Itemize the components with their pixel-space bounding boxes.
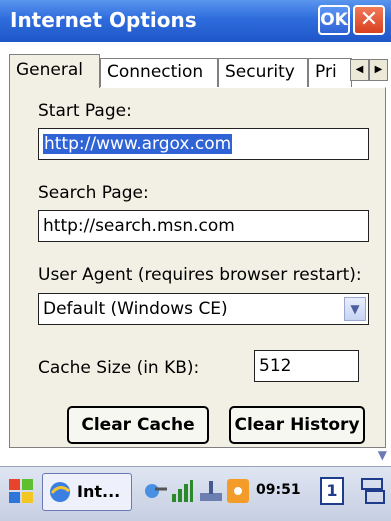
ok-button[interactable]: OK — [318, 5, 350, 35]
tab-scroll-left-button[interactable]: ◀ — [350, 59, 369, 81]
title-bar: Internet Options OK ✕ — [0, 0, 391, 42]
window-title: Internet Options — [10, 8, 197, 32]
close-button[interactable]: ✕ — [353, 5, 385, 35]
clear-cache-button[interactable]: Clear Cache — [67, 406, 209, 444]
start-page-value: http://www.argox.com — [43, 134, 233, 154]
cache-size-value: 512 — [259, 356, 292, 376]
search-page-value: http://search.msn.com — [43, 216, 235, 236]
clear-history-button[interactable]: Clear History — [229, 406, 365, 444]
tab-scroll-right-button[interactable]: ▶ — [369, 59, 388, 81]
wireless-icon[interactable] — [226, 478, 250, 504]
taskbar-app-button[interactable]: Int... — [42, 473, 132, 511]
signal-strength-icon[interactable] — [170, 479, 194, 503]
tab-privacy[interactable]: Pri — [308, 58, 352, 87]
start-page-input[interactable]: http://www.argox.com — [38, 128, 369, 160]
chevron-down-icon[interactable]: ▼ — [378, 448, 387, 462]
user-agent-value: Default (Windows CE) — [43, 299, 228, 319]
power-plug-icon[interactable] — [198, 479, 224, 503]
tab-security[interactable]: Security — [218, 58, 308, 87]
input-panel-icon[interactable] — [360, 477, 386, 505]
user-agent-select[interactable]: Default (Windows CE) ▼ — [38, 293, 369, 325]
internet-explorer-icon — [50, 482, 70, 502]
search-page-input[interactable]: http://search.msn.com — [38, 210, 369, 242]
clock-time[interactable]: 09:51 — [256, 482, 301, 498]
search-page-label: Search Page: — [38, 183, 149, 203]
user-agent-label: User Agent (requires browser restart): — [38, 265, 362, 285]
start-page-label: Start Page: — [38, 101, 132, 121]
input-panel-strip: ▼ — [0, 448, 391, 466]
start-windows-icon[interactable] — [6, 476, 36, 506]
taskbar-app-label: Int... — [77, 482, 121, 501]
tab-connection[interactable]: Connection — [100, 58, 218, 87]
desktop-number-button[interactable]: 1 — [320, 477, 344, 505]
network-icon[interactable] — [143, 479, 169, 503]
chevron-down-icon[interactable]: ▼ — [344, 297, 366, 321]
cache-size-label: Cache Size (in KB): — [38, 358, 200, 378]
taskbar: Int... 09:51 1 — [0, 466, 391, 521]
cache-size-input[interactable]: 512 — [254, 350, 359, 382]
tab-general[interactable]: General — [9, 54, 100, 88]
